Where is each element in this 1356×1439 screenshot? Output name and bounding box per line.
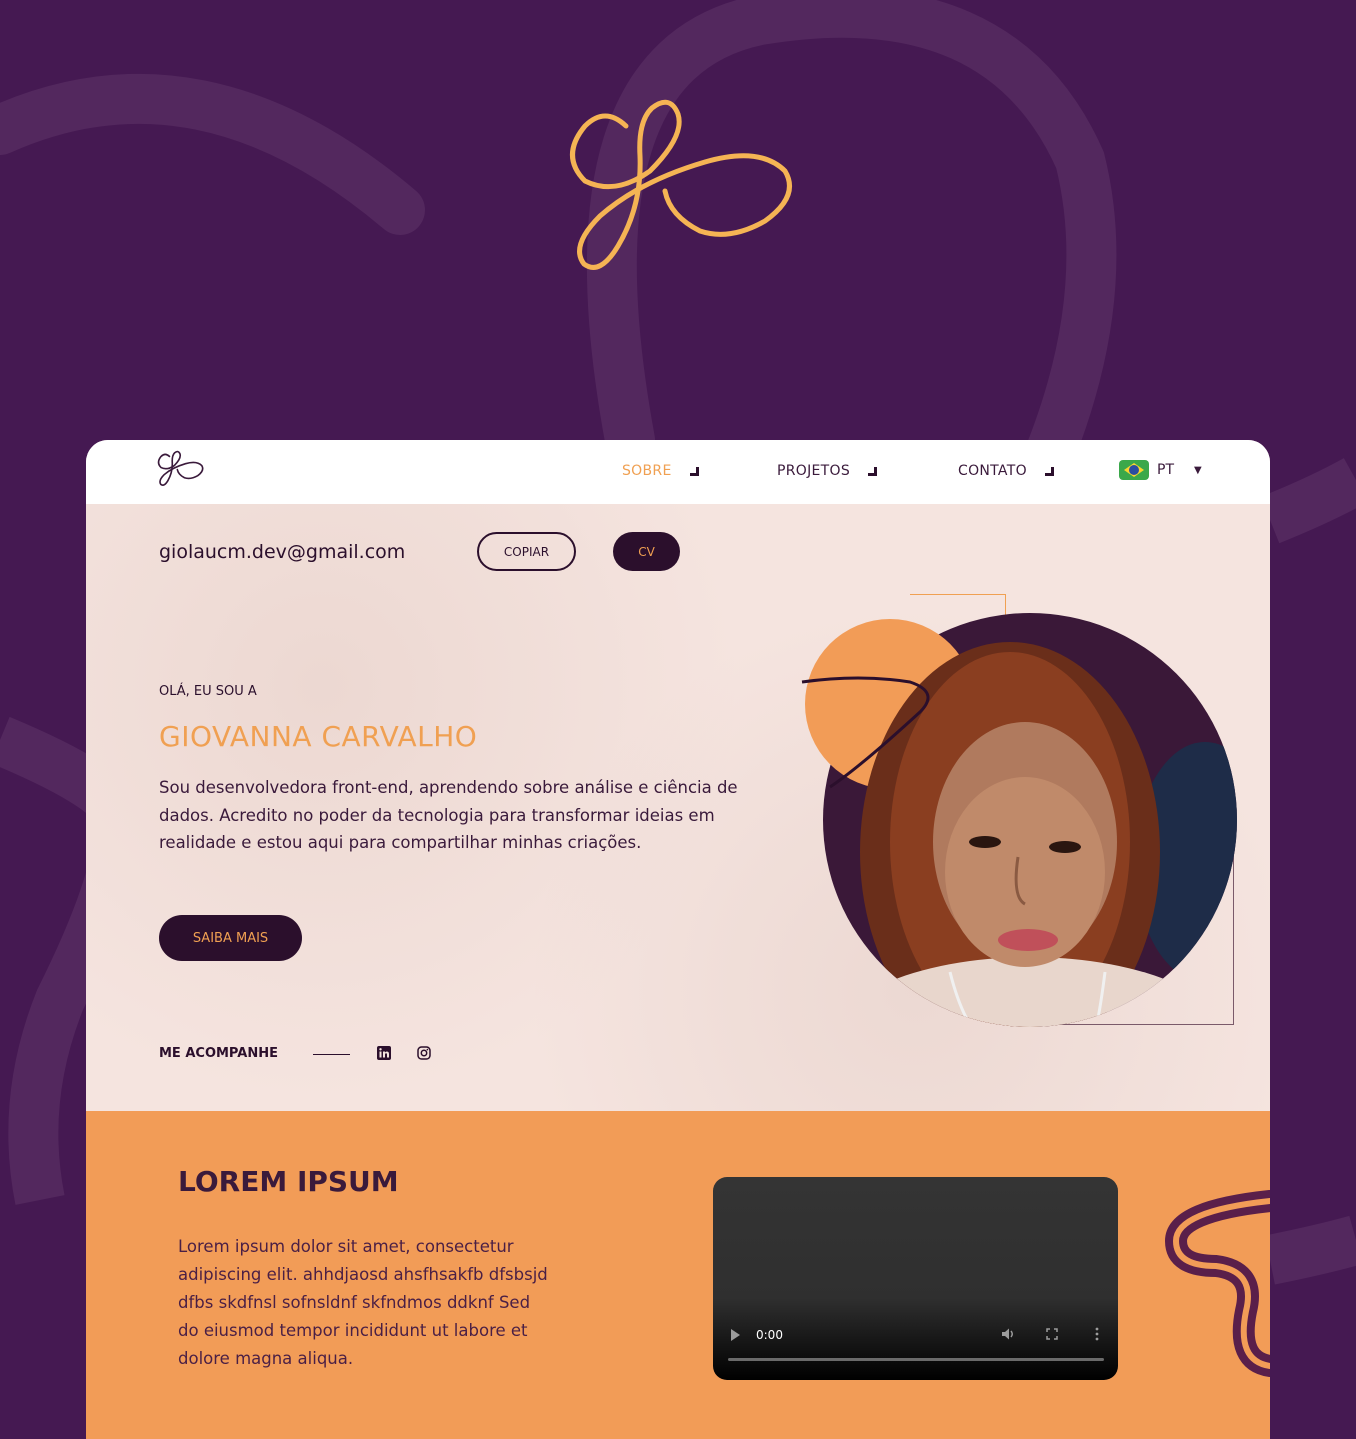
follow-label: ME ACOMPANHE [159,1046,278,1061]
hero-name: GIOVANNA CARVALHO [159,720,478,753]
copy-email-button[interactable]: COPIAR [477,532,576,571]
navbar: SOBRE PROJETOS CONTATO PT ▼ [86,440,1270,504]
video-player[interactable]: 0:00 [713,1177,1118,1380]
corner-arrow-icon [1044,466,1054,476]
nav-link-contato[interactable]: CONTATO [958,463,1054,479]
follow-divider [313,1054,350,1055]
decorative-squiggle [1164,1190,1270,1377]
website-preview-card: SOBRE PROJETOS CONTATO PT ▼ giolaucm.dev… [86,440,1270,1439]
email-address: giolaucm.dev@gmail.com [159,541,406,563]
fullscreen-icon[interactable] [1046,1328,1058,1340]
language-selector[interactable]: PT ▼ [1119,460,1202,480]
nav-link-projetos[interactable]: PROJETOS [777,463,878,479]
corner-arrow-icon [689,466,699,476]
logo-icon[interactable] [156,450,204,488]
hero-logo-icon [570,99,792,270]
section-title: LOREM IPSUM [178,1165,399,1198]
language-label: PT [1157,462,1174,478]
hero-section: giolaucm.dev@gmail.com COPIAR CV OLÁ, EU… [86,504,1270,1111]
profile-photo [801,594,1237,1027]
volume-icon[interactable] [1001,1327,1015,1341]
nav-link-sobre[interactable]: SOBRE [622,463,699,479]
brazil-flag-icon [1119,460,1149,480]
nav-link-label: SOBRE [622,463,672,479]
linkedin-icon[interactable] [377,1046,391,1060]
saiba-mais-button[interactable]: SAIBA MAIS [159,915,302,961]
about-section: LOREM IPSUM Lorem ipsum dolor sit amet, … [86,1111,1270,1439]
video-progress-bar[interactable] [728,1358,1104,1361]
hero-greeting: OLÁ, EU SOU A [159,684,257,699]
section-text: Lorem ipsum dolor sit amet, consectetur … [178,1237,548,1368]
instagram-icon[interactable] [417,1046,431,1060]
hero-bio: Sou desenvolvedora front-end, aprendendo… [159,778,738,852]
nav-link-label: PROJETOS [777,463,851,479]
video-time: 0:00 [756,1328,783,1342]
cv-button[interactable]: CV [613,532,680,571]
corner-arrow-icon [868,466,878,476]
nav-link-label: CONTATO [958,463,1027,479]
more-options-icon[interactable] [1095,1327,1099,1341]
play-icon[interactable] [731,1329,740,1341]
caret-down-icon: ▼ [1194,464,1202,476]
